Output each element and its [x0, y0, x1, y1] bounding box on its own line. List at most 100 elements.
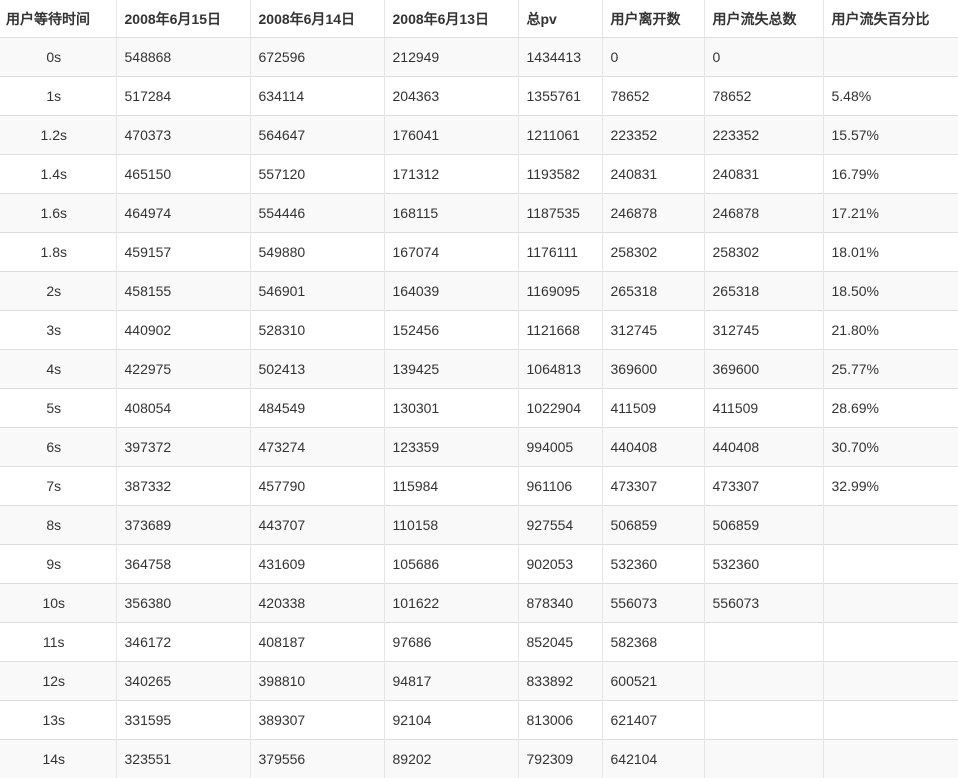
- cell-total-lost: 312745: [704, 311, 823, 350]
- table-row: 7s38733245779011598496110647330747330732…: [0, 467, 958, 506]
- cell-users-left: 440408: [602, 428, 704, 467]
- cell-wait-time: 5s: [0, 389, 116, 428]
- cell-lost-percent: 15.57%: [823, 116, 958, 155]
- cell-total-pv: 1022904: [518, 389, 602, 428]
- cell-wait-time: 9s: [0, 545, 116, 584]
- cell-total-lost: 246878: [704, 194, 823, 233]
- cell-date-0615: 340265: [116, 662, 250, 701]
- header-date-0613: 2008年6月13日: [384, 0, 518, 38]
- cell-wait-time: 3s: [0, 311, 116, 350]
- cell-wait-time: 10s: [0, 584, 116, 623]
- cell-date-0615: 517284: [116, 77, 250, 116]
- cell-wait-time: 8s: [0, 506, 116, 545]
- cell-lost-percent: [823, 701, 958, 740]
- cell-users-left: 312745: [602, 311, 704, 350]
- header-total-lost: 用户流失总数: [704, 0, 823, 38]
- cell-total-pv: 1176111: [518, 233, 602, 272]
- table-row: 12s34026539881094817833892600521: [0, 662, 958, 701]
- cell-users-left: 621407: [602, 701, 704, 740]
- cell-date-0615: 422975: [116, 350, 250, 389]
- cell-date-0613: 171312: [384, 155, 518, 194]
- cell-lost-percent: 17.21%: [823, 194, 958, 233]
- cell-date-0615: 323551: [116, 740, 250, 778]
- table-header: 用户等待时间 2008年6月15日 2008年6月14日 2008年6月13日 …: [0, 0, 958, 38]
- header-users-left: 用户离开数: [602, 0, 704, 38]
- cell-wait-time: 0s: [0, 38, 116, 77]
- cell-users-left: 0: [602, 38, 704, 77]
- cell-lost-percent: 32.99%: [823, 467, 958, 506]
- table-row: 14s32355137955689202792309642104: [0, 740, 958, 778]
- cell-wait-time: 14s: [0, 740, 116, 778]
- cell-date-0613: 101622: [384, 584, 518, 623]
- cell-wait-time: 12s: [0, 662, 116, 701]
- cell-total-pv: 961106: [518, 467, 602, 506]
- header-total-pv: 总pv: [518, 0, 602, 38]
- cell-total-pv: 1169095: [518, 272, 602, 311]
- cell-date-0615: 387332: [116, 467, 250, 506]
- cell-total-pv: 994005: [518, 428, 602, 467]
- cell-date-0614: 634114: [250, 77, 384, 116]
- cell-wait-time: 6s: [0, 428, 116, 467]
- cell-lost-percent: 25.77%: [823, 350, 958, 389]
- cell-wait-time: 4s: [0, 350, 116, 389]
- cell-date-0614: 408187: [250, 623, 384, 662]
- cell-date-0613: 94817: [384, 662, 518, 701]
- cell-date-0615: 464974: [116, 194, 250, 233]
- cell-wait-time: 1.8s: [0, 233, 116, 272]
- cell-lost-percent: [823, 740, 958, 778]
- cell-date-0614: 389307: [250, 701, 384, 740]
- cell-total-pv: 852045: [518, 623, 602, 662]
- cell-lost-percent: 18.01%: [823, 233, 958, 272]
- cell-wait-time: 1.6s: [0, 194, 116, 233]
- table-row: 8s373689443707110158927554506859506859: [0, 506, 958, 545]
- cell-users-left: 473307: [602, 467, 704, 506]
- cell-users-left: 556073: [602, 584, 704, 623]
- cell-wait-time: 1.4s: [0, 155, 116, 194]
- cell-total-pv: 813006: [518, 701, 602, 740]
- table-row: 1s517284634114204363135576178652786525.4…: [0, 77, 958, 116]
- cell-total-lost: 258302: [704, 233, 823, 272]
- cell-date-0614: 546901: [250, 272, 384, 311]
- table-row: 0s548868672596212949143441300: [0, 38, 958, 77]
- cell-wait-time: 1s: [0, 77, 116, 116]
- cell-lost-percent: 18.50%: [823, 272, 958, 311]
- cell-users-left: 223352: [602, 116, 704, 155]
- table-row: 3s44090252831015245611216683127453127452…: [0, 311, 958, 350]
- cell-date-0614: 672596: [250, 38, 384, 77]
- cell-total-pv: 1355761: [518, 77, 602, 116]
- cell-date-0613: 89202: [384, 740, 518, 778]
- cell-date-0613: 105686: [384, 545, 518, 584]
- cell-date-0613: 110158: [384, 506, 518, 545]
- header-row: 用户等待时间 2008年6月15日 2008年6月14日 2008年6月13日 …: [0, 0, 958, 38]
- cell-date-0614: 431609: [250, 545, 384, 584]
- cell-date-0615: 364758: [116, 545, 250, 584]
- cell-total-lost: 240831: [704, 155, 823, 194]
- cell-date-0615: 459157: [116, 233, 250, 272]
- cell-lost-percent: [823, 662, 958, 701]
- cell-date-0614: 557120: [250, 155, 384, 194]
- cell-date-0615: 470373: [116, 116, 250, 155]
- cell-date-0613: 167074: [384, 233, 518, 272]
- cell-date-0613: 164039: [384, 272, 518, 311]
- cell-users-left: 369600: [602, 350, 704, 389]
- cell-total-lost: 532360: [704, 545, 823, 584]
- cell-users-left: 411509: [602, 389, 704, 428]
- cell-wait-time: 7s: [0, 467, 116, 506]
- cell-date-0614: 457790: [250, 467, 384, 506]
- cell-wait-time: 11s: [0, 623, 116, 662]
- cell-lost-percent: 30.70%: [823, 428, 958, 467]
- cell-total-pv: 878340: [518, 584, 602, 623]
- cell-lost-percent: [823, 623, 958, 662]
- cell-date-0615: 440902: [116, 311, 250, 350]
- table-row: 4s42297550241313942510648133696003696002…: [0, 350, 958, 389]
- header-wait-time: 用户等待时间: [0, 0, 116, 38]
- cell-users-left: 258302: [602, 233, 704, 272]
- cell-date-0615: 548868: [116, 38, 250, 77]
- cell-users-left: 506859: [602, 506, 704, 545]
- cell-date-0614: 484549: [250, 389, 384, 428]
- cell-users-left: 246878: [602, 194, 704, 233]
- cell-date-0614: 528310: [250, 311, 384, 350]
- cell-total-lost: 411509: [704, 389, 823, 428]
- cell-total-pv: 927554: [518, 506, 602, 545]
- cell-date-0613: 152456: [384, 311, 518, 350]
